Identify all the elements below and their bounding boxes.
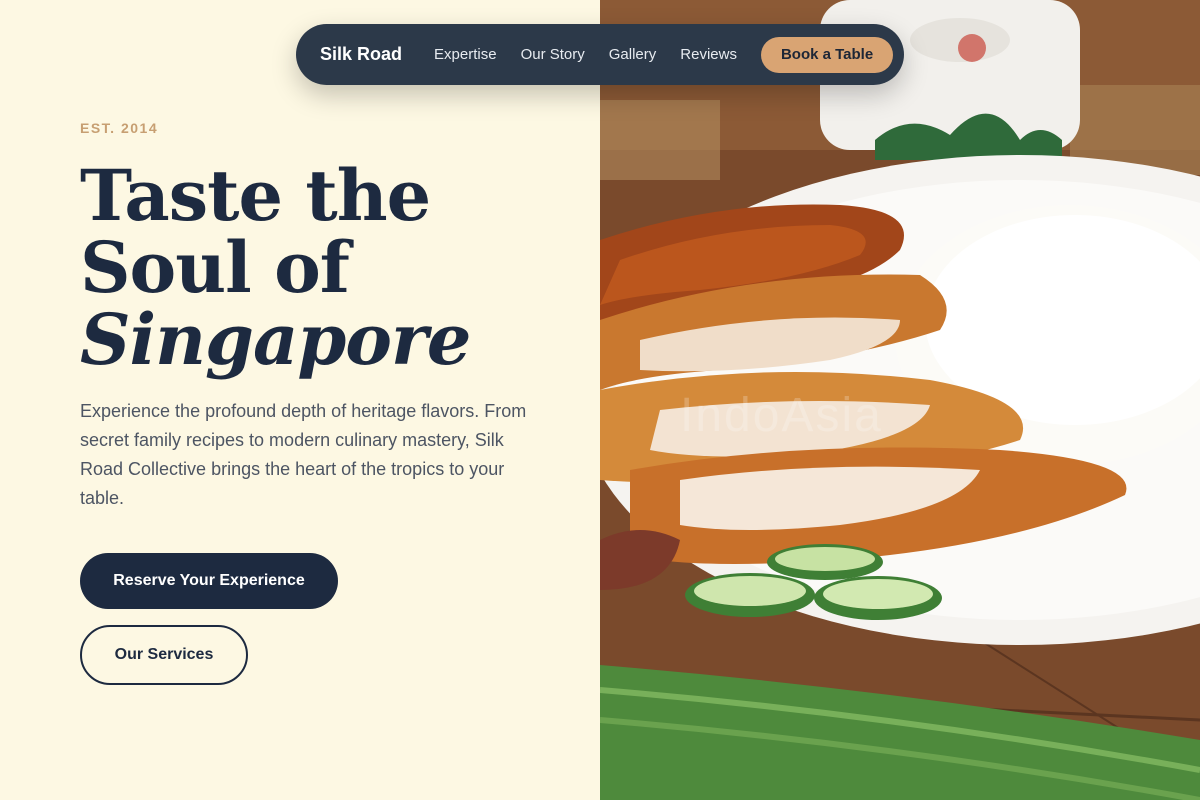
hero-headline: Taste the Soul of Singapore <box>80 160 540 376</box>
our-services-button[interactable]: Our Services <box>80 625 248 685</box>
nav-link-gallery[interactable]: Gallery <box>609 46 657 63</box>
headline-line-2: Soul of <box>80 226 350 309</box>
top-navigation: Silk Road Expertise Our Story Gallery Re… <box>296 24 904 85</box>
nav-link-our-story[interactable]: Our Story <box>521 46 585 63</box>
photo-watermark: IndoAsia <box>680 389 883 442</box>
nav-link-expertise[interactable]: Expertise <box>434 46 497 63</box>
headline-line-1: Taste the <box>80 154 431 237</box>
brand-logo[interactable]: Silk Road <box>320 44 402 65</box>
reserve-experience-button[interactable]: Reserve Your Experience <box>80 553 338 609</box>
established-label: EST. 2014 <box>80 120 159 136</box>
book-table-button[interactable]: Book a Table <box>760 36 894 73</box>
nav-link-reviews[interactable]: Reviews <box>680 46 737 63</box>
headline-line-3: Singapore <box>80 298 471 381</box>
hero-description: Experience the profound depth of heritag… <box>80 401 527 508</box>
